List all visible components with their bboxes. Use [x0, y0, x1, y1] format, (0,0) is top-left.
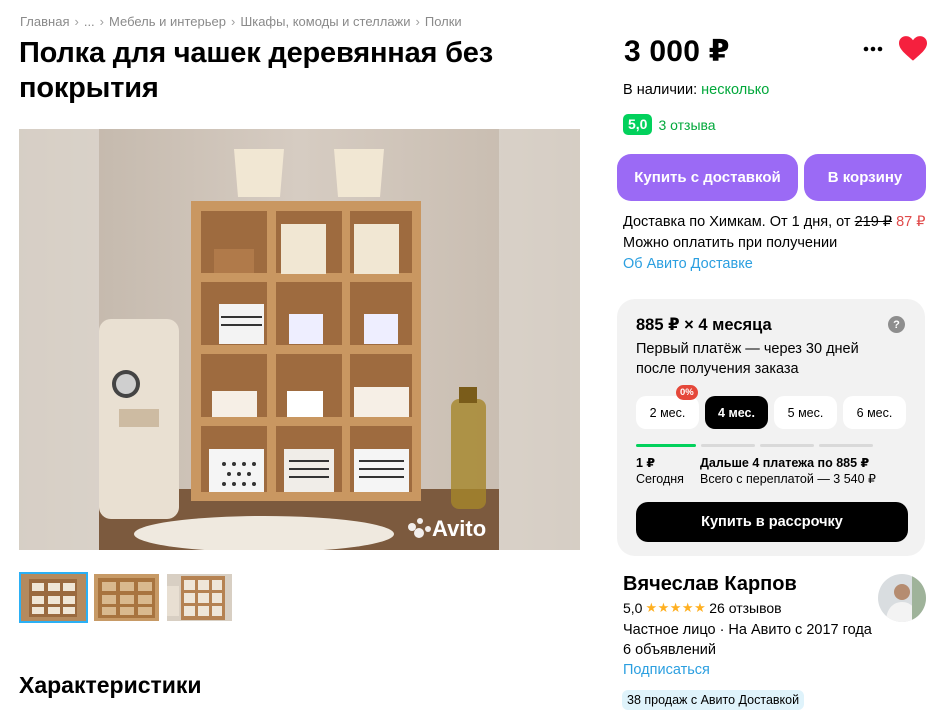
term-label: 5 мес.: [787, 405, 824, 420]
rating-row: 5,0 3 отзыва: [623, 114, 716, 135]
schedule-segment: [701, 444, 755, 447]
breadcrumb-home[interactable]: Главная: [20, 14, 69, 29]
seller-score: 5,0: [623, 600, 643, 616]
sales-badge: 38 продаж с Авито Доставкой: [622, 690, 805, 710]
reviews-link[interactable]: 3 отзыва: [658, 117, 715, 133]
more-options-button[interactable]: [860, 36, 886, 62]
breadcrumb-shelves[interactable]: Полки: [425, 14, 462, 29]
avito-watermark: Avito: [432, 516, 486, 541]
first-payment-amount: 1 ₽: [636, 456, 656, 470]
schedule-segment: [819, 444, 873, 447]
add-to-cart-button[interactable]: В корзину: [804, 154, 926, 201]
schedule-segment-paid: [636, 444, 696, 447]
breadcrumb-cabinets[interactable]: Шкафы, комоды и стеллажи: [240, 14, 410, 29]
zero-percent-badge: 0%: [676, 385, 698, 400]
installment-title: 885 ₽ × 4 месяца: [636, 316, 772, 334]
buy-with-delivery-button[interactable]: Купить с доставкой: [617, 154, 798, 201]
seller-avatar[interactable]: [878, 574, 926, 622]
availability: В наличии: несколько: [623, 82, 769, 98]
seller-ads-count[interactable]: 6 объявлений: [623, 640, 716, 660]
installment-description: Первый платёж — через 30 дней после полу…: [636, 341, 859, 377]
remaining-payments-title: Дальше 4 платежа по 885 ₽: [700, 456, 870, 470]
availability-value: несколько: [701, 82, 770, 98]
remaining-payments-total: Всего с переплатой — 3 540 ₽: [700, 472, 877, 486]
breadcrumb-separator: ›: [415, 14, 420, 29]
payment-schedule-bar: [636, 444, 873, 447]
seller-rating: 5,0 ★★★★★ 26 отзывов: [623, 600, 782, 616]
term-4-months[interactable]: 4 мес.: [705, 396, 768, 429]
help-icon[interactable]: ?: [888, 316, 905, 333]
photo-thumbnails: [19, 572, 234, 623]
term-label: 6 мес.: [856, 405, 893, 420]
delivery-new-price: 87 ₽: [896, 214, 926, 230]
term-label: 4 мес.: [718, 405, 755, 420]
breadcrumb-separator: ›: [99, 14, 105, 29]
heart-icon: [899, 36, 927, 61]
about-delivery-link[interactable]: Об Авито Доставке: [623, 254, 933, 275]
first-payment: 1 ₽ Сегодня: [636, 455, 684, 487]
installment-card: 885 ₽ × 4 месяца ? Первый платёж — через…: [617, 299, 925, 556]
delivery-line: Доставка по Химкам. От 1 дня, от 219 ₽ 8…: [623, 212, 933, 233]
breadcrumb-separator: ›: [74, 14, 79, 29]
first-payment-when: Сегодня: [636, 472, 684, 486]
pay-on-receipt: Можно оплатить при получении: [623, 235, 838, 251]
remaining-payments: Дальше 4 платежа по 885 ₽ Всего с перепл…: [700, 455, 876, 487]
characteristics-heading: Характеристики: [19, 672, 202, 698]
schedule-segment: [760, 444, 814, 447]
seller-name[interactable]: Вячеслав Карпов: [623, 573, 797, 596]
ellipsis-icon: [863, 46, 883, 52]
main-product-photo[interactable]: Avito: [19, 129, 580, 550]
term-5-months[interactable]: 5 мес.: [774, 396, 837, 429]
breadcrumb-separator: ›: [230, 14, 236, 29]
delivery-info: Доставка по Химкам. От 1 дня, от 219 ₽ 8…: [623, 212, 933, 275]
price: 3 000 ₽: [624, 35, 730, 68]
thumbnail[interactable]: [19, 572, 88, 623]
thumbnail[interactable]: [92, 572, 161, 623]
delivery-text: Доставка по Химкам. От 1 дня, от: [623, 214, 851, 230]
seller-reviews-link[interactable]: 26 отзывов: [709, 600, 781, 616]
favorite-button[interactable]: [899, 36, 927, 64]
availability-label: В наличии:: [623, 82, 698, 98]
breadcrumb: Главная › ... › Мебель и интерьер › Шкаф…: [20, 14, 462, 29]
buy-installment-button[interactable]: Купить в рассрочку: [636, 502, 908, 542]
rating-badge: 5,0: [623, 114, 653, 135]
subscribe-link[interactable]: Подписаться: [623, 660, 710, 680]
term-2-months[interactable]: 2 мес. 0%: [636, 385, 699, 429]
breadcrumb-ellipsis[interactable]: ...: [84, 14, 95, 29]
delivery-old-price: 219 ₽: [854, 214, 893, 230]
term-label: 2 мес.: [649, 405, 686, 420]
seller-type: Частное лицо · На Авито с 2017 года: [623, 622, 872, 638]
term-selector: 2 мес. 0% 4 мес. 5 мес. 6 мес.: [636, 385, 906, 429]
page-title: Полка для чашек деревянная без покрытия: [19, 37, 493, 104]
term-6-months[interactable]: 6 мес.: [843, 396, 906, 429]
breadcrumb-furniture[interactable]: Мебель и интерьер: [109, 14, 226, 29]
thumbnail[interactable]: [165, 572, 234, 623]
star-icons: ★★★★★: [645, 600, 707, 615]
